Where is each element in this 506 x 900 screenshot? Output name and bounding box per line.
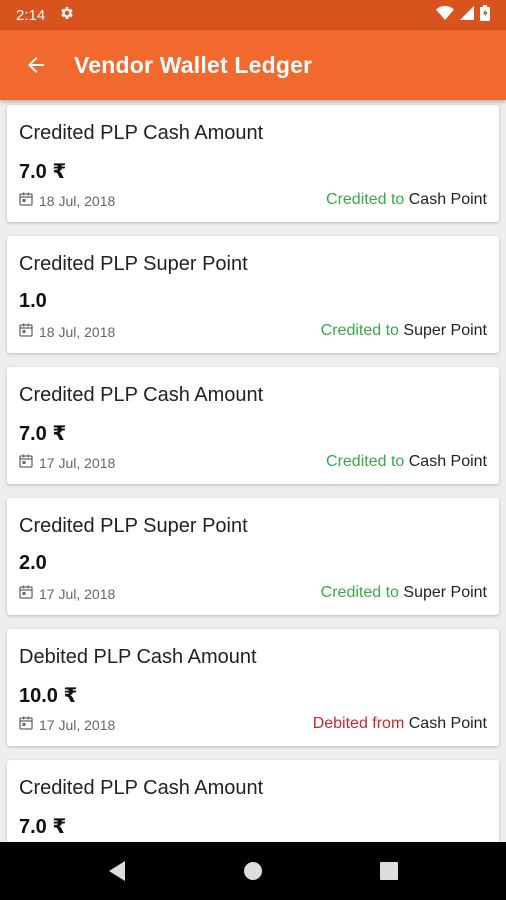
nav-back-icon[interactable]: [104, 858, 130, 884]
entry-status: Credited to Super Point: [321, 322, 487, 340]
entry-target: Super Point: [403, 584, 487, 601]
page-title: Vendor Wallet Ledger: [74, 51, 313, 78]
entry-title: Credited PLP Cash Amount: [19, 122, 264, 144]
entry-direction: Credited to: [326, 191, 405, 208]
ledger-card[interactable]: Credited PLP Super Point 1.0 18 Jul, 201…: [7, 236, 499, 353]
entry-status: Credited to Super Point: [321, 584, 487, 602]
entry-date-text: 17 Jul, 2018: [39, 454, 116, 471]
entry-amount: 10.0 ₹: [19, 685, 78, 707]
entry-amount: 7.0 ₹: [19, 161, 67, 183]
entry-target: Cash Point: [408, 191, 487, 208]
entry-status: Credited to Cash Point: [326, 191, 487, 209]
status-bar: 2:14: [0, 0, 506, 30]
entry-date-text: 17 Jul, 2018: [39, 585, 116, 602]
entry-amount: 2.0: [19, 552, 47, 574]
calendar-icon: [19, 454, 33, 471]
entry-amount: 1.0: [19, 290, 47, 312]
entry-direction: Credited to: [320, 322, 399, 339]
entry-date: 18 Jul, 2018: [19, 192, 115, 209]
entry-title: Credited PLP Super Point: [19, 515, 248, 537]
nav-recents-icon[interactable]: [376, 858, 402, 884]
calendar-icon: [19, 323, 33, 340]
entry-target: Super Point: [403, 322, 487, 339]
settings-icon: [59, 5, 75, 25]
ledger-card[interactable]: Debited PLP Cash Amount 10.0 ₹ 17 Jul, 2…: [7, 629, 499, 746]
navigation-bar: [0, 842, 506, 900]
entry-amount: 7.0 ₹: [19, 423, 67, 445]
entry-title: Credited PLP Cash Amount: [19, 777, 264, 799]
entry-status: Debited from Cash Point: [313, 715, 487, 733]
entry-title: Debited PLP Cash Amount: [19, 646, 257, 668]
battery-icon: [480, 5, 490, 25]
ledger-card[interactable]: Credited PLP Cash Amount 7.0 ₹ 18 Jul, 2…: [7, 105, 499, 222]
entry-date-text: 18 Jul, 2018: [39, 192, 116, 209]
back-arrow-icon[interactable]: [20, 49, 52, 81]
entry-date: 17 Jul, 2018: [19, 585, 115, 602]
entry-title: Credited PLP Cash Amount: [19, 384, 264, 406]
ledger-card[interactable]: Credited PLP Cash Amount 7.0 ₹ 17 Jul, 2…: [7, 367, 499, 484]
entry-date: 18 Jul, 2018: [19, 323, 115, 340]
wifi-icon: [436, 6, 454, 24]
nav-home-icon[interactable]: [240, 858, 266, 884]
entry-status: Credited to Cash Point: [326, 453, 487, 471]
app-bar: Vendor Wallet Ledger: [0, 30, 506, 100]
calendar-icon: [19, 192, 33, 209]
signal-icon: [460, 6, 474, 24]
ledger-card[interactable]: Credited PLP Super Point 2.0 17 Jul, 201…: [7, 498, 499, 615]
entry-target: Cash Point: [408, 453, 487, 470]
entry-direction: Credited to: [326, 453, 405, 470]
entry-date-text: 18 Jul, 2018: [39, 323, 116, 340]
entry-direction: Debited from: [312, 715, 405, 732]
status-time: 2:14: [16, 6, 46, 24]
calendar-icon: [19, 716, 33, 733]
entry-date-text: 17 Jul, 2018: [39, 716, 116, 733]
entry-date: 17 Jul, 2018: [19, 716, 115, 733]
entry-title: Credited PLP Super Point: [19, 253, 248, 275]
calendar-icon: [19, 585, 33, 602]
entry-direction: Credited to: [320, 584, 399, 601]
ledger-card[interactable]: Credited PLP Cash Amount 7.0 ₹: [7, 760, 499, 842]
entry-amount: 7.0 ₹: [19, 816, 67, 838]
entry-date: 17 Jul, 2018: [19, 454, 115, 471]
ledger-list[interactable]: Credited PLP Cash Amount 7.0 ₹ 18 Jul, 2…: [0, 100, 506, 842]
entry-target: Cash Point: [408, 715, 487, 732]
